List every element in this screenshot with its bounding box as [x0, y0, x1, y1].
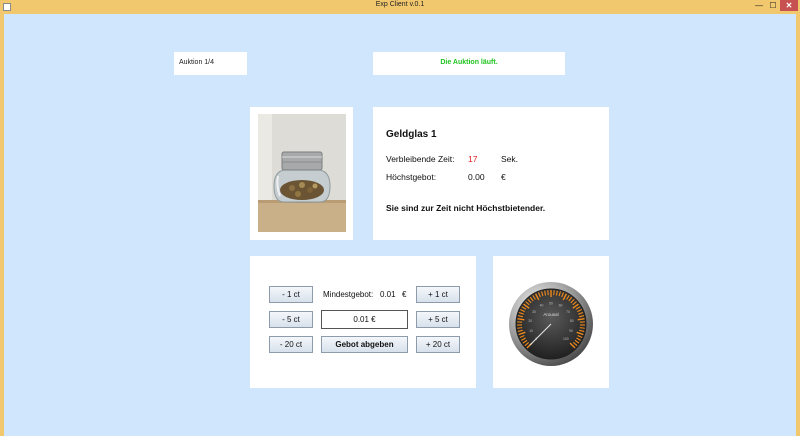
gauge-tick-label: 60 — [559, 304, 563, 308]
item-photo — [258, 114, 346, 232]
arousal-gauge-panel: 0102030405060708090100 Arousal — [493, 256, 609, 388]
item-image-panel — [250, 107, 353, 240]
remaining-time-label: Verbleibende Zeit: — [386, 154, 455, 164]
gauge-tick — [579, 327, 585, 329]
auction-counter-panel: Auktion 1/4 — [174, 52, 247, 75]
increase-20-cent-button[interactable]: + 20 ct — [416, 336, 460, 353]
increase-5-cent-button[interactable]: + 5 ct — [416, 311, 460, 328]
bidder-status-message: Sie sind zur Zeit nicht Höchstbietender. — [386, 203, 546, 213]
highest-bid-value: 0.00 — [468, 172, 485, 182]
gauge-tick — [517, 327, 523, 329]
close-button[interactable]: ✕ — [780, 0, 798, 11]
submit-bid-button[interactable]: Gebot abgeben — [321, 336, 408, 353]
decrease-1-cent-button[interactable]: - 1 ct — [269, 286, 313, 303]
item-info-panel: Geldglas 1 Verbleibende Zeit: 17 Sek. Hö… — [373, 107, 609, 240]
gauge-tick-label: 90 — [569, 329, 573, 333]
bid-controls-panel: - 1 ct Mindestgebot: 0.01 € + 1 ct - 5 c… — [250, 256, 476, 388]
gauge-tick-label: 100 — [563, 337, 569, 341]
min-bid-value: 0.01 — [380, 290, 396, 299]
decrease-5-cent-button[interactable]: - 5 ct — [269, 311, 313, 328]
bid-amount-input[interactable] — [321, 310, 408, 329]
increase-1-cent-button[interactable]: + 1 ct — [416, 286, 460, 303]
gauge-tick-label: 70 — [566, 310, 570, 314]
decrease-20-cent-button[interactable]: - 20 ct — [269, 336, 313, 353]
auction-counter-label: Auktion 1/4 — [179, 59, 215, 66]
title-bar: Exp Client v.0.1 — ☐ ✕ — [0, 0, 800, 14]
gauge-tick-label: 10 — [529, 329, 533, 333]
gauge-tick-label: 40 — [540, 304, 544, 308]
window-title: Exp Client v.0.1 — [375, 1, 425, 8]
gauge-label: Arousal — [543, 312, 558, 317]
highest-bid-label: Höchstgebot: — [386, 172, 437, 182]
remaining-time-unit: Sek. — [501, 154, 519, 164]
item-name: Geldglas 1 — [386, 129, 437, 140]
gauge-tick-label: 80 — [570, 319, 574, 323]
maximize-button[interactable]: ☐ — [766, 0, 780, 11]
remaining-time-value: 17 — [468, 154, 478, 164]
highest-bid-currency: € — [501, 172, 506, 182]
window-border-right — [796, 14, 800, 436]
gauge-tick-label: 30 — [532, 310, 536, 314]
arousal-gauge: 0102030405060708090100 Arousal — [509, 282, 593, 366]
minimize-button[interactable]: — — [752, 0, 766, 11]
auction-status-panel: Die Auktion läuft. — [373, 52, 565, 75]
min-bid-unit: € — [402, 290, 407, 299]
auction-status-text: Die Auktion läuft. — [440, 59, 498, 66]
window-border-left — [0, 14, 4, 436]
gauge-tick-label: 20 — [528, 319, 532, 323]
min-bid-label: Mindestgebot: — [323, 290, 374, 299]
gauge-tick-label: 50 — [549, 301, 553, 305]
